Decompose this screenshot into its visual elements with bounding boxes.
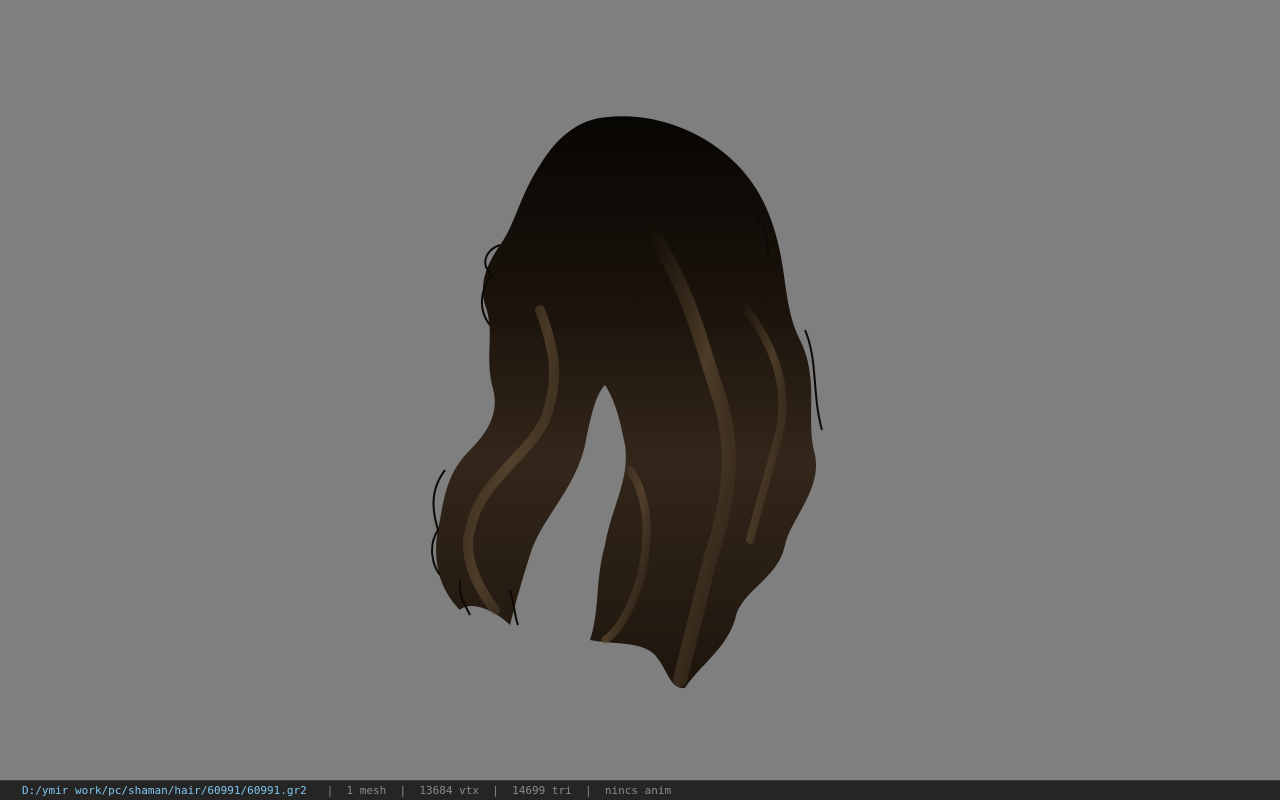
vertex-count: 13684 vtx xyxy=(419,784,480,797)
separator: | xyxy=(399,784,407,797)
3d-viewport[interactable] xyxy=(0,0,1280,780)
hair-model-render xyxy=(431,116,823,689)
file-path: D:/ymir work/pc/shaman/hair/60991/60991.… xyxy=(22,784,307,797)
status-bar: D:/ymir work/pc/shaman/hair/60991/60991.… xyxy=(0,780,1280,800)
animation-status: nincs anim xyxy=(604,784,672,797)
separator: | xyxy=(492,784,499,797)
separator: | xyxy=(326,784,334,797)
triangle-count: 14699 tri xyxy=(512,784,572,797)
mesh-count: 1 mesh xyxy=(346,784,387,797)
separator: | xyxy=(585,784,592,797)
